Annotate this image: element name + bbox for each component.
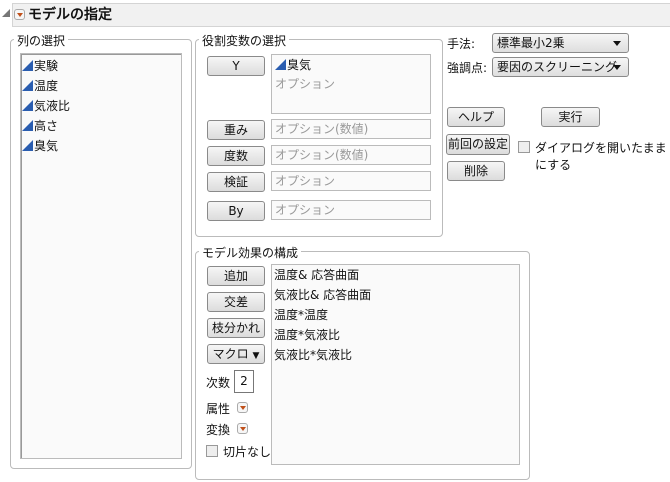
- attributes-menu-icon[interactable]: [237, 402, 248, 413]
- list-item[interactable]: 温度*気液比: [274, 325, 517, 345]
- effects-label: モデル効果の構成: [199, 244, 302, 261]
- outline-disclosure-icon[interactable]: [2, 9, 10, 17]
- list-item[interactable]: 温度: [22, 76, 180, 96]
- y-button[interactable]: Y: [207, 56, 265, 76]
- list-item[interactable]: 臭気: [22, 136, 180, 156]
- transform-menu-icon[interactable]: [237, 423, 248, 434]
- list-item[interactable]: 実験: [22, 56, 180, 76]
- list-item[interactable]: 温度*温度: [274, 305, 517, 325]
- macros-button[interactable]: マクロ ▼: [207, 344, 265, 364]
- validation-field[interactable]: オプション: [271, 171, 431, 191]
- no-intercept-label: 切片なし: [223, 445, 272, 459]
- continuous-icon: [22, 120, 33, 131]
- freq-button[interactable]: 度数: [207, 146, 265, 166]
- method-label: 手法:: [447, 37, 476, 51]
- add-button[interactable]: 追加: [207, 266, 265, 286]
- effects-list[interactable]: 温度& 応答曲面 気液比& 応答曲面 温度*温度 温度*気液比 気液比*気液比: [271, 264, 520, 465]
- y-placeholder: オプション: [275, 77, 336, 91]
- chevron-down-icon: [613, 65, 621, 70]
- attributes-label: 属性: [206, 402, 231, 416]
- list-item[interactable]: 気液比& 応答曲面: [274, 285, 517, 305]
- keep-open-label: ダイアログを開いたままにする: [535, 141, 667, 172]
- list-item[interactable]: 温度& 応答曲面: [274, 265, 517, 285]
- recall-button[interactable]: 前回の設定: [446, 134, 510, 155]
- remove-button[interactable]: 削除: [447, 161, 505, 181]
- list-item[interactable]: 高さ: [22, 116, 180, 136]
- continuous-icon: [22, 100, 33, 111]
- list-item[interactable]: 気液比: [22, 96, 180, 116]
- chevron-down-icon: [613, 41, 621, 46]
- roles-label: 役割変数の選択: [199, 32, 290, 49]
- y-list[interactable]: 臭気 オプション: [271, 54, 431, 114]
- keep-open-checkbox[interactable]: [518, 141, 530, 153]
- continuous-icon: [22, 140, 33, 151]
- columns-label: 列の選択: [14, 32, 69, 49]
- page-title: モデルの指定: [28, 7, 112, 23]
- method-dropdown[interactable]: 標準最小2乗: [492, 33, 629, 53]
- red-triangle-menu-icon[interactable]: [14, 9, 25, 20]
- validation-button[interactable]: 検証: [207, 172, 265, 192]
- emphasis-dropdown[interactable]: 要因のスクリーニング: [492, 57, 629, 77]
- degree-input[interactable]: 2: [234, 370, 254, 393]
- weight-button[interactable]: 重み: [207, 120, 265, 140]
- freq-field[interactable]: オプション(数値): [271, 145, 431, 165]
- nest-button[interactable]: 枝分かれ: [207, 318, 265, 338]
- cross-button[interactable]: 交差: [207, 292, 265, 312]
- run-button[interactable]: 実行: [541, 107, 600, 127]
- no-intercept-checkbox[interactable]: [206, 445, 218, 457]
- by-button[interactable]: By: [207, 201, 265, 221]
- help-button[interactable]: ヘルプ: [447, 107, 505, 127]
- degree-label: 次数: [206, 376, 231, 390]
- continuous-icon: [275, 59, 286, 70]
- weight-field[interactable]: オプション(数値): [271, 119, 431, 139]
- chevron-down-icon: ▼: [252, 351, 260, 361]
- continuous-icon: [22, 80, 33, 91]
- emphasis-label: 強調点:: [447, 61, 488, 75]
- continuous-icon: [22, 60, 33, 71]
- by-field[interactable]: オプション: [271, 200, 431, 220]
- list-item[interactable]: 気液比*気液比: [274, 345, 517, 365]
- transform-label: 変換: [206, 423, 231, 437]
- columns-list[interactable]: 実験 温度 気液比 高さ 臭気: [20, 53, 182, 459]
